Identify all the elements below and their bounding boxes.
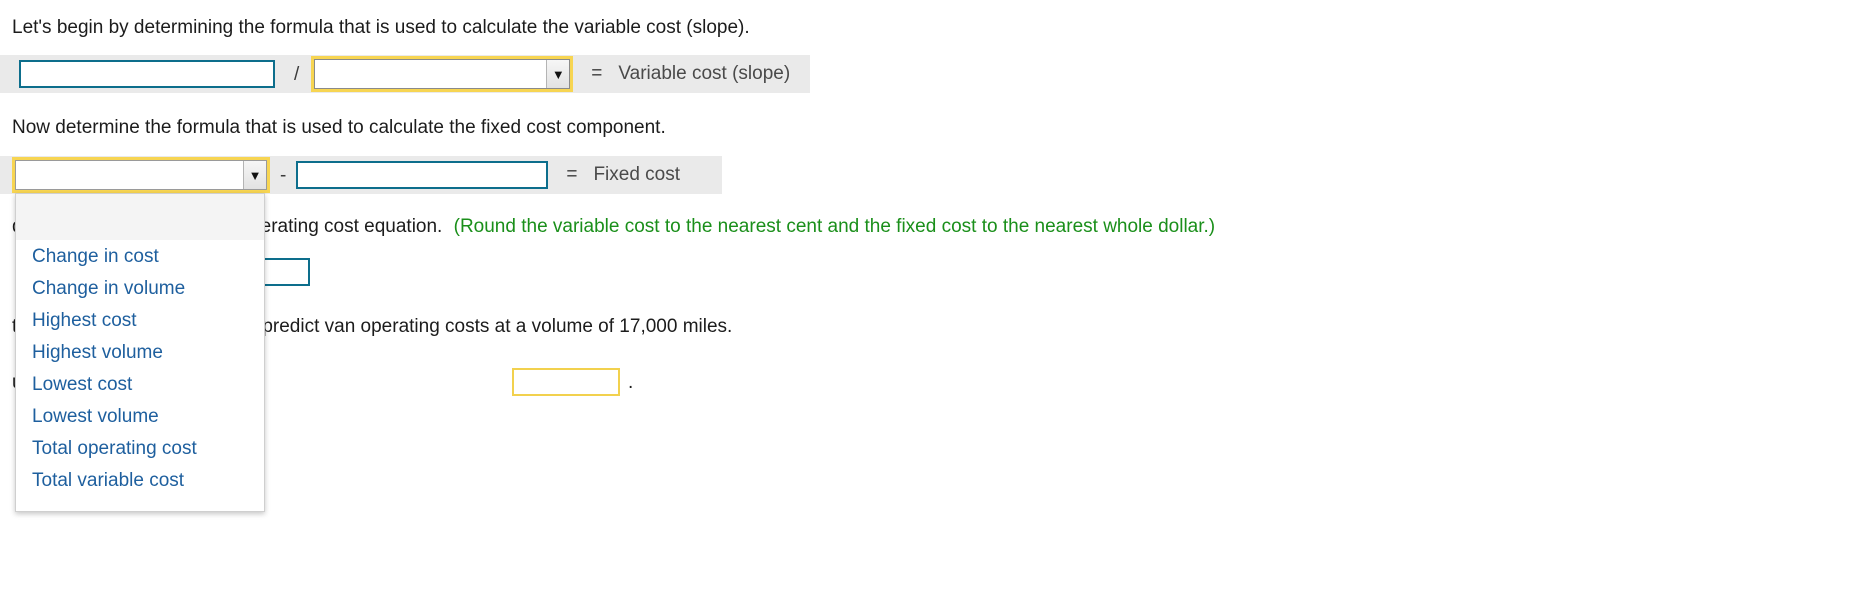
variable-cost-formula-row: / ▼ = Variable cost (slope) (0, 55, 810, 93)
variable-cost-denominator-select[interactable]: ▼ (314, 59, 571, 89)
chevron-down-icon[interactable]: ▼ (243, 161, 266, 189)
denominator-highlight-wrapper: ▼ (311, 56, 574, 92)
equals-sign-row1: = (591, 63, 603, 84)
chevron-down-icon[interactable]: ▼ (546, 60, 570, 88)
denominator-cell: ▼ (311, 55, 574, 93)
dropdown-item-highest-volume[interactable]: Highest volume (16, 337, 264, 369)
divide-operator: / (294, 63, 300, 85)
subtrahend-cell (296, 156, 549, 194)
fixed-cost-result-label: Fixed cost (593, 164, 681, 185)
dropdown-item-lowest-volume[interactable]: Lowest volume (16, 401, 264, 433)
minuend-dropdown-menu[interactable]: Change in cost Change in volume Highest … (15, 193, 265, 512)
variable-cost-numerator-input[interactable] (19, 60, 275, 88)
fixed-cost-subtrahend-input[interactable] (296, 161, 549, 189)
minuend-select-value (16, 161, 243, 189)
equals-sign-row2: = (566, 164, 578, 185)
dropdown-item-lowest-cost[interactable]: Lowest cost (16, 369, 264, 401)
dropdown-item-total-variable-cost[interactable]: Total variable cost (16, 465, 264, 497)
step5-period: . (628, 372, 634, 393)
step2-instruction-text: Now determine the formula that is used t… (12, 117, 666, 138)
minuend-highlight-wrapper: ▼ (12, 157, 270, 193)
fixed-cost-formula-row: ▼ - = Fixed cost (0, 156, 722, 194)
dropdown-item-change-in-volume[interactable]: Change in volume (16, 273, 264, 305)
dropdown-item-highest-cost[interactable]: Highest cost (16, 305, 264, 337)
dropdown-menu-bottom-padding (16, 497, 264, 511)
variable-cost-result-label: Variable cost (slope) (618, 63, 791, 84)
dropdown-menu-list: Change in cost Change in volume Highest … (16, 241, 264, 497)
predicted-cost-input[interactable] (512, 368, 620, 396)
rounding-note-text: (Round the variable cost to the nearest … (453, 216, 1216, 237)
minuend-cell: ▼ (0, 156, 270, 194)
step1-instruction-text: Let's begin by determining the formula t… (12, 17, 750, 38)
numerator-cell (0, 55, 282, 93)
dropdown-item-change-in-cost[interactable]: Change in cost (16, 241, 264, 273)
predicted-cost-field-wrapper (512, 368, 620, 396)
denominator-select-value (315, 60, 546, 88)
minus-operator: - (280, 164, 287, 186)
dropdown-item-total-operating-cost[interactable]: Total operating cost (16, 433, 264, 465)
fixed-cost-minuend-select[interactable]: ▼ (15, 160, 267, 190)
dropdown-menu-header-blank (16, 194, 264, 241)
